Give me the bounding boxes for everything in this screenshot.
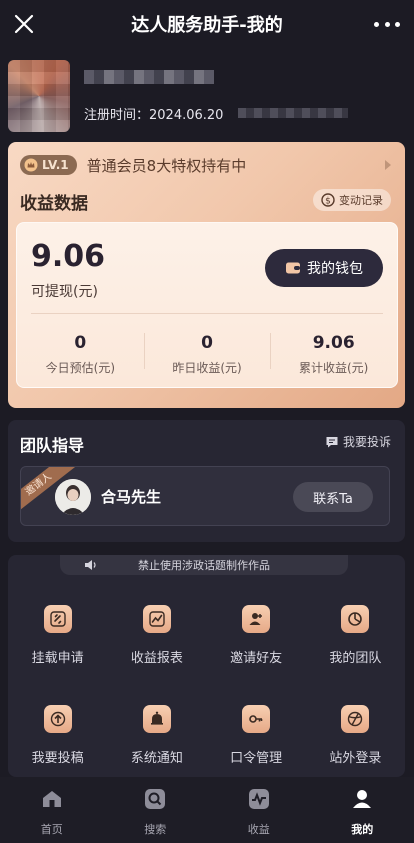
tab-search[interactable]: 搜索 bbox=[104, 777, 208, 843]
earnings-card: LV.1 普通会员8大特权持有中 收益数据 $ 变动记录 9.06 可提现(元)… bbox=[8, 142, 405, 408]
profile-header: 注册时间：2024.06.20 bbox=[0, 48, 414, 140]
avatar[interactable] bbox=[8, 60, 70, 132]
tab-mine[interactable]: 我的 bbox=[311, 777, 414, 843]
username-redacted bbox=[84, 70, 214, 84]
chart-icon bbox=[142, 605, 171, 633]
chevron-right-icon[interactable] bbox=[385, 160, 391, 170]
stat-total-earnings: 9.06 累计收益(元) bbox=[270, 319, 397, 385]
team-guidance-card: 团队指导 我要投诉 邀请人 合马先生 联系Ta bbox=[8, 420, 405, 542]
more-dot-icon bbox=[374, 21, 379, 27]
inviter-avatar bbox=[55, 479, 91, 515]
divider bbox=[31, 313, 383, 314]
function-passcode-management[interactable]: 口令管理 bbox=[207, 695, 306, 777]
stat-value: 0 bbox=[74, 333, 87, 353]
upload-icon bbox=[43, 705, 72, 733]
function-label: 收益报表 bbox=[130, 651, 183, 666]
membership-row[interactable]: LV.1 普通会员8大特权持有中 bbox=[20, 154, 246, 176]
function-earnings-report[interactable]: 收益报表 bbox=[107, 595, 206, 677]
stat-value: 9.06 bbox=[312, 333, 355, 353]
tab-label: 收益 bbox=[247, 823, 270, 836]
more-dot-icon bbox=[395, 21, 400, 27]
function-label: 我的团队 bbox=[329, 651, 382, 666]
home-icon bbox=[42, 791, 61, 807]
profile-icon bbox=[353, 790, 372, 808]
function-mount-application[interactable]: 挂载申请 bbox=[8, 595, 107, 677]
bottom-tab-bar: 首页 搜索 收益 我的 bbox=[0, 777, 414, 843]
search-icon bbox=[145, 789, 166, 809]
withdrawable-balance: 9.06 bbox=[31, 239, 106, 274]
id-redacted bbox=[238, 108, 348, 118]
more-button[interactable] bbox=[374, 12, 400, 36]
registration-date: 2024.06.20 bbox=[149, 108, 224, 123]
balance-panel: 9.06 可提现(元) 我的钱包 0 今日预估(元) 0 昨日收益(元) 9.0… bbox=[16, 222, 398, 388]
tab-label: 首页 bbox=[40, 823, 63, 836]
complain-button[interactable]: 我要投诉 bbox=[325, 433, 391, 450]
function-label: 站外登录 bbox=[329, 751, 382, 766]
membership-text: 普通会员8大特权持有中 bbox=[86, 156, 247, 175]
earnings-stats: 0 今日预估(元) 0 昨日收益(元) 9.06 累计收益(元) bbox=[17, 319, 397, 385]
function-label: 口令管理 bbox=[230, 751, 283, 766]
earnings-section-title: 收益数据 bbox=[20, 194, 88, 214]
key-icon bbox=[242, 705, 271, 733]
function-system-notice[interactable]: 系统通知 bbox=[107, 695, 206, 777]
close-button[interactable] bbox=[12, 12, 36, 36]
notice-banner: 禁止使用涉政话题制作作品 bbox=[60, 555, 348, 575]
change-log-button[interactable]: $ 变动记录 bbox=[313, 189, 391, 211]
external-login-icon bbox=[341, 705, 370, 733]
function-grid: 挂载申请 收益报表 邀请好友 我的团队 我要投稿 系统通知 口令管理 站外登录 bbox=[8, 595, 405, 777]
functions-card: 禁止使用涉政话题制作作品 挂载申请 收益报表 邀请好友 我的团队 我要投稿 系统… bbox=[8, 555, 405, 777]
link-icon bbox=[43, 605, 72, 633]
earnings-icon bbox=[248, 789, 269, 809]
function-my-team[interactable]: 我的团队 bbox=[306, 595, 405, 677]
stat-value: 0 bbox=[201, 333, 213, 353]
more-dot-icon bbox=[384, 21, 390, 27]
registration-info: 注册时间：2024.06.20 bbox=[84, 104, 223, 123]
level-text: LV.1 bbox=[42, 158, 69, 172]
tab-label: 搜索 bbox=[144, 823, 167, 836]
inviter-row: 邀请人 合马先生 联系Ta bbox=[20, 466, 390, 526]
message-icon bbox=[326, 436, 338, 447]
tab-label: 我的 bbox=[351, 823, 374, 836]
tab-home[interactable]: 首页 bbox=[0, 777, 104, 843]
function-label: 我要投稿 bbox=[31, 751, 84, 766]
level-badge: LV.1 bbox=[20, 155, 77, 175]
tab-earnings[interactable]: 收益 bbox=[207, 777, 311, 843]
withdrawable-label: 可提现(元) bbox=[31, 284, 98, 300]
stat-today-estimate: 0 今日预估(元) bbox=[17, 319, 144, 385]
wallet-icon bbox=[286, 262, 300, 274]
function-label: 邀请好友 bbox=[230, 651, 283, 666]
complain-label: 我要投诉 bbox=[342, 435, 391, 449]
stat-label: 昨日收益(元) bbox=[172, 361, 242, 375]
my-wallet-label: 我的钱包 bbox=[307, 261, 363, 277]
change-log-label: 变动记录 bbox=[339, 194, 383, 207]
function-label: 系统通知 bbox=[130, 751, 183, 766]
stat-yesterday-earnings: 0 昨日收益(元) bbox=[143, 319, 271, 385]
close-icon bbox=[14, 14, 34, 34]
function-invite-friends[interactable]: 邀请好友 bbox=[207, 595, 306, 677]
stat-label: 今日预估(元) bbox=[45, 361, 116, 375]
contact-inviter-button[interactable]: 联系Ta bbox=[293, 482, 373, 512]
function-label: 挂载申请 bbox=[31, 651, 84, 666]
team-title: 团队指导 bbox=[20, 436, 85, 455]
add-user-icon bbox=[242, 605, 271, 633]
top-bar: 达人服务助手-我的 bbox=[0, 0, 414, 48]
speaker-icon bbox=[85, 560, 96, 570]
avatar-icon bbox=[55, 479, 91, 515]
page-title: 达人服务助手-我的 bbox=[131, 15, 283, 36]
stat-label: 累计收益(元) bbox=[298, 361, 369, 375]
registration-label: 注册时间： bbox=[84, 108, 150, 123]
function-submit-work[interactable]: 我要投稿 bbox=[8, 695, 107, 777]
bell-icon bbox=[142, 705, 171, 733]
coin-icon: $ bbox=[321, 193, 335, 207]
notice-text: 禁止使用涉政话题制作作品 bbox=[138, 559, 270, 572]
svg-text:$: $ bbox=[325, 197, 331, 207]
function-external-login[interactable]: 站外登录 bbox=[306, 695, 405, 777]
crown-icon bbox=[24, 158, 38, 172]
team-pie-icon bbox=[341, 605, 370, 633]
my-wallet-button[interactable]: 我的钱包 bbox=[265, 249, 383, 287]
inviter-name: 合马先生 bbox=[101, 488, 162, 506]
